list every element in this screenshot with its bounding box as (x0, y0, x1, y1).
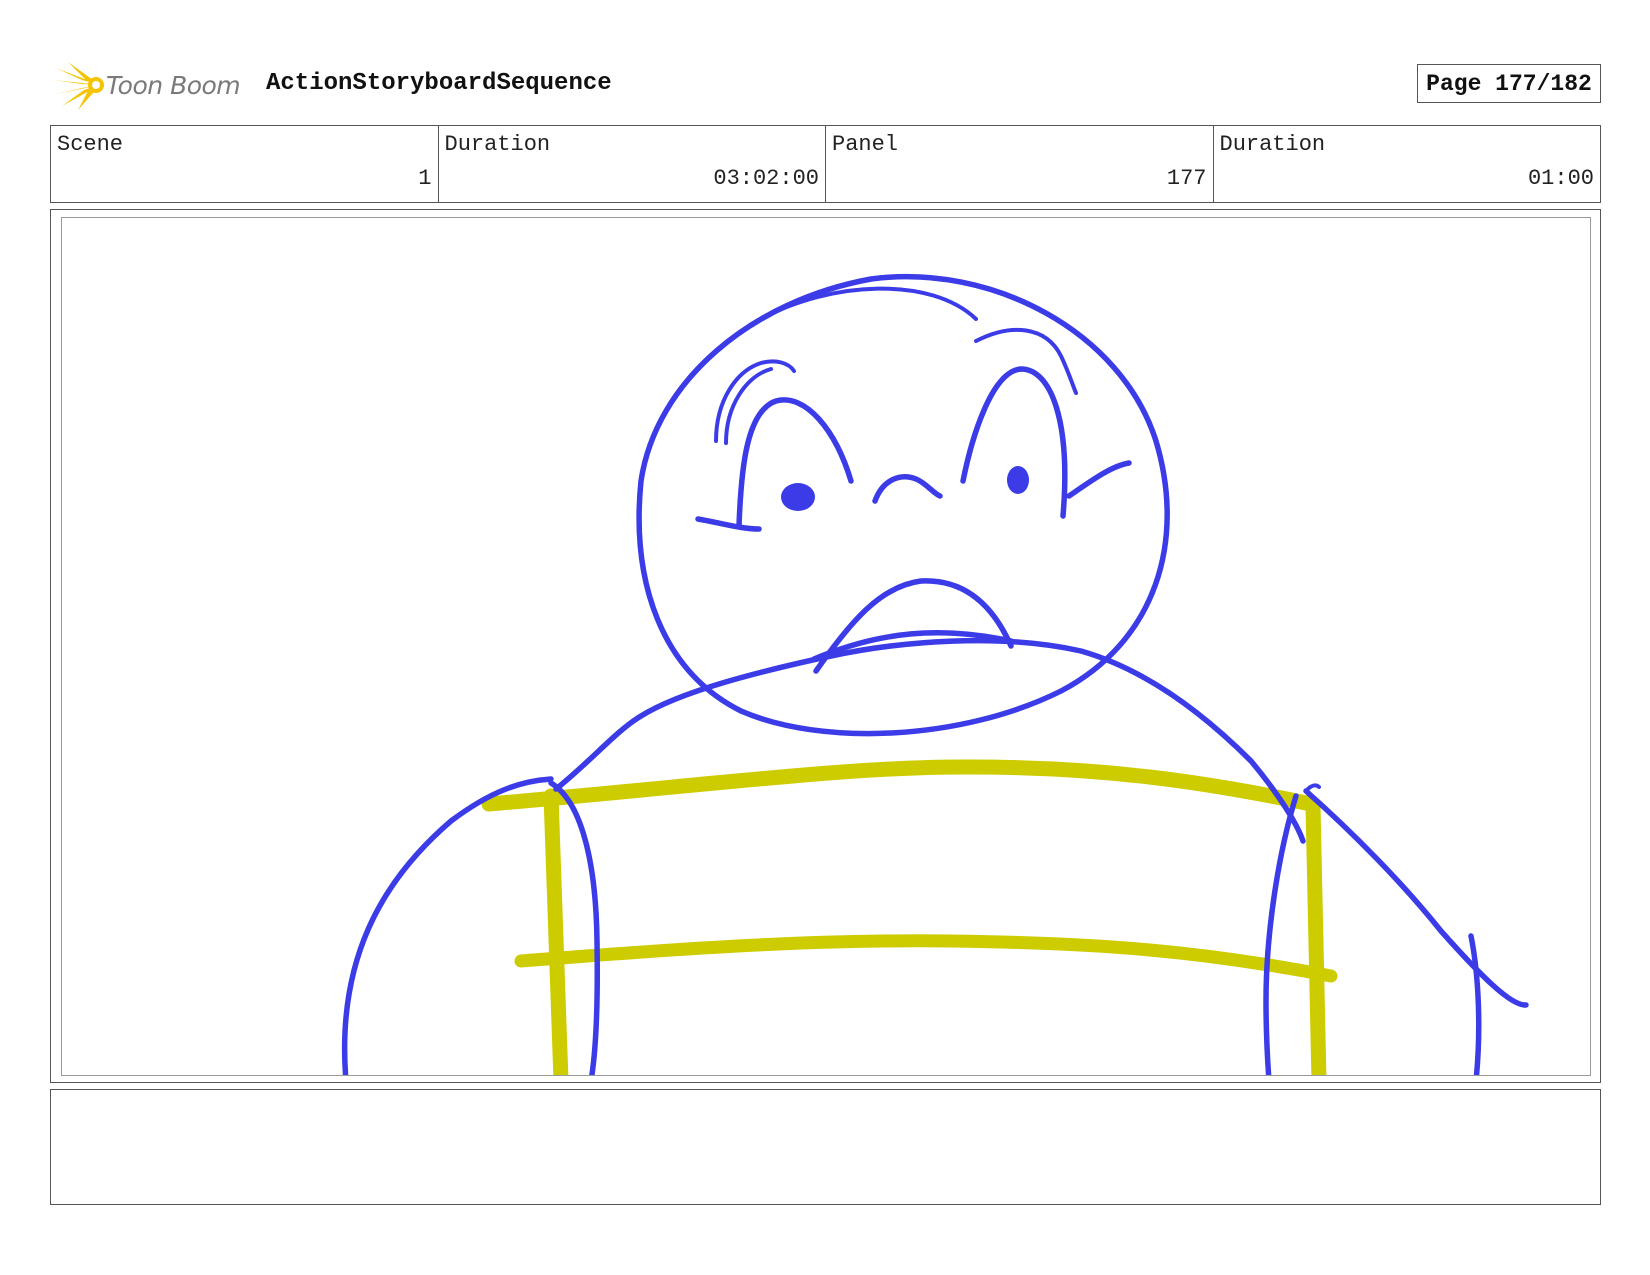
storyboard-drawing-area (61, 217, 1591, 1076)
scene-duration-label: Duration (444, 132, 551, 157)
toon-boom-logo: Toon Boom (52, 58, 241, 112)
scene-value: 1 (418, 166, 432, 191)
panel-info-table: Scene 1 Duration 03:02:00 Panel 177 Dura… (50, 125, 1601, 203)
document-title: ActionStoryboardSequence (266, 70, 612, 97)
scene-duration-cell: Duration 03:02:00 (439, 126, 826, 202)
scene-cell: Scene 1 (51, 126, 439, 202)
panel-duration-cell: Duration 01:00 (1214, 126, 1601, 202)
logo-text: Toon Boom (106, 70, 241, 100)
page-indicator: Page 177/182 (1417, 64, 1601, 103)
panel-duration-label: Duration (1219, 132, 1326, 157)
scene-label: Scene (57, 132, 124, 157)
starburst-icon (54, 62, 104, 110)
panel-notes-box (50, 1089, 1601, 1205)
character-sketch (341, 273, 1529, 1075)
panel-label: Panel (832, 132, 899, 157)
panel-cell: Panel 177 (826, 126, 1214, 202)
panel-duration-value: 01:00 (1527, 166, 1594, 191)
overall-straps-sketch (481, 759, 1338, 1075)
panel-value: 177 (1166, 166, 1207, 191)
scene-duration-value: 03:02:00 (713, 166, 819, 191)
